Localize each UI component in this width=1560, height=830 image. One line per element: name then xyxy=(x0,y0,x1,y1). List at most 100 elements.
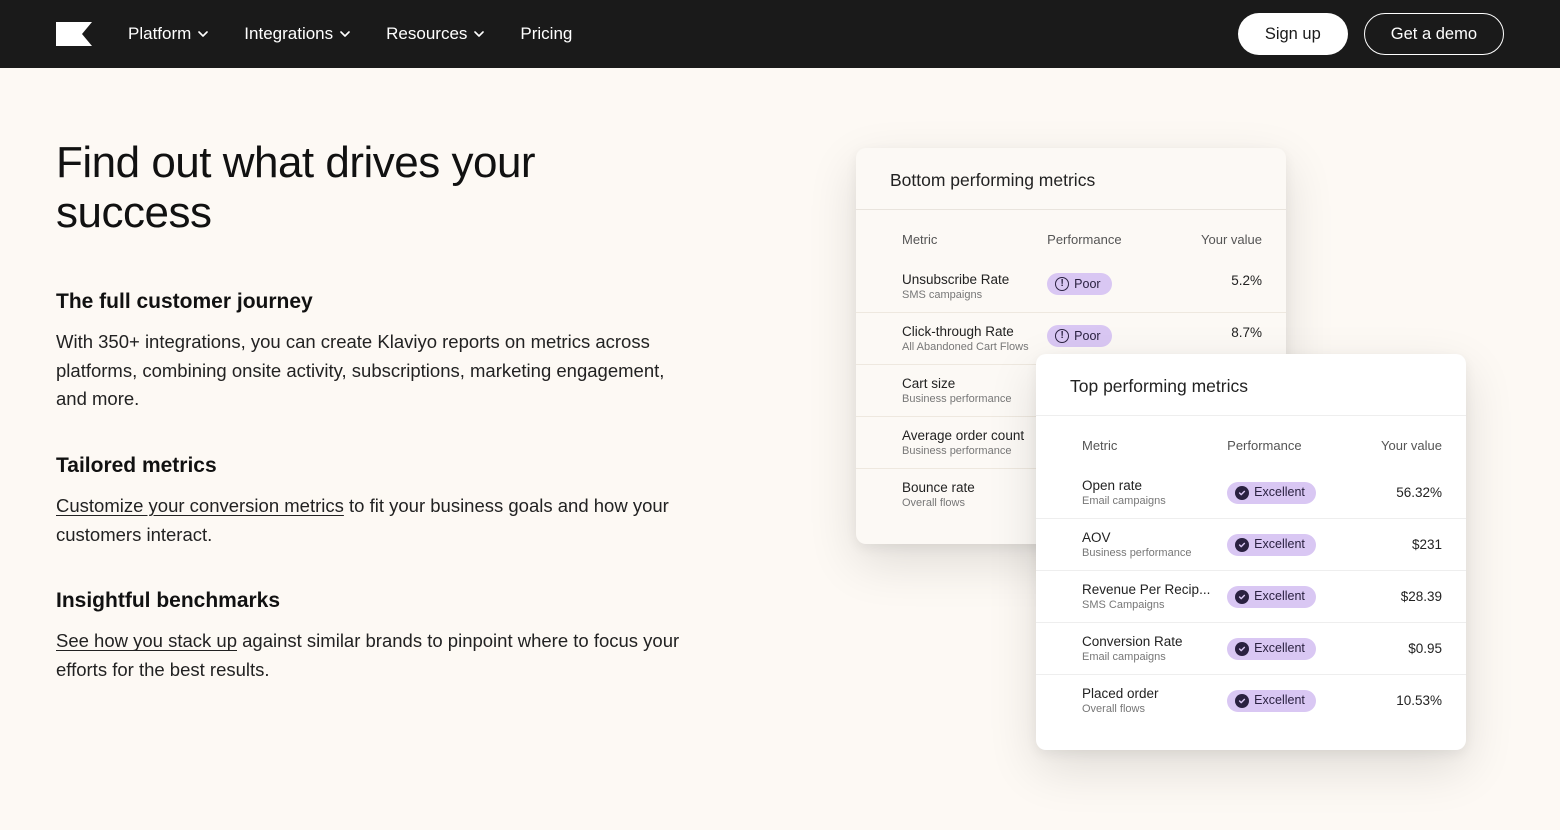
signup-button[interactable]: Sign up xyxy=(1238,13,1348,56)
col-metric: Metric xyxy=(902,232,1047,247)
poor-badge: ! Poor xyxy=(1047,273,1111,295)
metric-cell: Cart size Business performance xyxy=(902,376,1047,405)
nav-item-label: Platform xyxy=(128,24,191,44)
nav-item-platform[interactable]: Platform xyxy=(128,24,208,44)
col-performance: Performance xyxy=(1047,232,1163,247)
text-column: Find out what drives your success The fu… xyxy=(56,138,696,830)
metric-subtext: Email campaigns xyxy=(1082,495,1227,507)
metric-subtext: All Abandoned Cart Flows xyxy=(902,341,1047,353)
section-body: See how you stack up against similar bra… xyxy=(56,627,696,684)
chevron-down-icon xyxy=(474,29,484,39)
badge-label: Poor xyxy=(1074,330,1100,343)
nav-item-label: Pricing xyxy=(520,24,572,44)
nav-items: Platform Integrations Resources Pricing xyxy=(128,24,1238,44)
section-body: With 350+ integrations, you can create K… xyxy=(56,328,696,414)
excellent-badge: Excellent xyxy=(1227,690,1316,712)
table-row: Conversion Rate Email campaigns Excellen… xyxy=(1036,622,1466,674)
value-cell: 5.2% xyxy=(1163,272,1262,288)
table-row: Unsubscribe Rate SMS campaigns ! Poor 5.… xyxy=(856,261,1286,312)
metric-name: Open rate xyxy=(1082,478,1227,493)
table-row: Open rate Email campaigns Excellent 56.3… xyxy=(1036,467,1466,518)
table-rows: Open rate Email campaigns Excellent 56.3… xyxy=(1036,467,1466,726)
page-title: Find out what drives your success xyxy=(56,138,696,238)
card-title: Bottom performing metrics xyxy=(856,148,1286,210)
check-icon xyxy=(1235,486,1249,500)
top-metrics-card: Top performing metrics Metric Performanc… xyxy=(1036,354,1466,750)
col-value: Your value xyxy=(1163,232,1262,247)
table-row: AOV Business performance Excellent $231 xyxy=(1036,518,1466,570)
check-icon xyxy=(1235,590,1249,604)
performance-cell: Excellent xyxy=(1227,586,1343,608)
metric-cell: Bounce rate Overall flows xyxy=(902,480,1047,509)
metric-cell: Average order count Business performance xyxy=(902,428,1047,457)
logo[interactable] xyxy=(56,22,92,46)
value-cell: 56.32% xyxy=(1343,485,1442,500)
section-tailored-metrics: Tailored metrics Customize your conversi… xyxy=(56,454,696,549)
section-heading: Tailored metrics xyxy=(56,454,696,478)
performance-cell: Excellent xyxy=(1227,482,1343,504)
value-cell: $231 xyxy=(1343,537,1442,552)
metric-name: AOV xyxy=(1082,530,1227,545)
badge-label: Excellent xyxy=(1254,590,1305,603)
excellent-badge: Excellent xyxy=(1227,586,1316,608)
metric-cell: AOV Business performance xyxy=(1082,530,1227,559)
value-cell: $0.95 xyxy=(1343,641,1442,656)
metric-name: Unsubscribe Rate xyxy=(902,272,1047,287)
nav-item-resources[interactable]: Resources xyxy=(386,24,484,44)
badge-label: Excellent xyxy=(1254,486,1305,499)
nav-item-integrations[interactable]: Integrations xyxy=(244,24,350,44)
inline-link[interactable]: See how you stack up xyxy=(56,630,237,651)
col-performance: Performance xyxy=(1227,438,1343,453)
performance-cell: ! Poor xyxy=(1047,272,1163,295)
poor-badge: ! Poor xyxy=(1047,325,1111,347)
value-cell: $28.39 xyxy=(1343,589,1442,604)
excellent-badge: Excellent xyxy=(1227,482,1316,504)
table-header: Metric Performance Your value xyxy=(856,210,1286,261)
metric-name: Average order count xyxy=(902,428,1047,443)
performance-cell: ! Poor xyxy=(1047,324,1163,347)
excellent-badge: Excellent xyxy=(1227,638,1316,660)
metric-subtext: Business performance xyxy=(902,393,1047,405)
table-row: Placed order Overall flows Excellent 10.… xyxy=(1036,674,1466,726)
cards-area: Bottom performing metrics Metric Perform… xyxy=(756,138,1504,830)
main-content: Find out what drives your success The fu… xyxy=(0,68,1560,830)
section-customer-journey: The full customer journey With 350+ inte… xyxy=(56,290,696,414)
metric-subtext: Overall flows xyxy=(1082,703,1227,715)
metric-cell: Placed order Overall flows xyxy=(1082,686,1227,715)
table-row: Revenue Per Recip... SMS Campaigns Excel… xyxy=(1036,570,1466,622)
badge-label: Excellent xyxy=(1254,694,1305,707)
nav-item-pricing[interactable]: Pricing xyxy=(520,24,572,44)
nav-buttons: Sign up Get a demo xyxy=(1238,13,1504,56)
alert-icon: ! xyxy=(1055,277,1069,291)
metric-cell: Conversion Rate Email campaigns xyxy=(1082,634,1227,663)
inline-link[interactable]: Customize your conversion metrics xyxy=(56,495,344,516)
metric-subtext: SMS campaigns xyxy=(902,289,1047,301)
card-body: Metric Performance Your value Open rate … xyxy=(1036,416,1466,750)
col-metric: Metric xyxy=(1082,438,1227,453)
excellent-badge: Excellent xyxy=(1227,534,1316,556)
top-nav: Platform Integrations Resources Pricing … xyxy=(0,0,1560,68)
metric-name: Click-through Rate xyxy=(902,324,1047,339)
metric-subtext: Business performance xyxy=(1082,547,1227,559)
metric-subtext: Business performance xyxy=(902,445,1047,457)
nav-item-label: Integrations xyxy=(244,24,333,44)
check-icon xyxy=(1235,538,1249,552)
chevron-down-icon xyxy=(340,29,350,39)
badge-label: Poor xyxy=(1074,278,1100,291)
metric-name: Revenue Per Recip... xyxy=(1082,582,1227,597)
badge-label: Excellent xyxy=(1254,538,1305,551)
metric-name: Placed order xyxy=(1082,686,1227,701)
nav-item-label: Resources xyxy=(386,24,467,44)
check-icon xyxy=(1235,694,1249,708)
metric-cell: Open rate Email campaigns xyxy=(1082,478,1227,507)
metric-name: Conversion Rate xyxy=(1082,634,1227,649)
metric-cell: Unsubscribe Rate SMS campaigns xyxy=(902,272,1047,301)
performance-cell: Excellent xyxy=(1227,534,1343,556)
section-heading: The full customer journey xyxy=(56,290,696,314)
get-demo-button[interactable]: Get a demo xyxy=(1364,13,1504,56)
metric-cell: Revenue Per Recip... SMS Campaigns xyxy=(1082,582,1227,611)
metric-subtext: Overall flows xyxy=(902,497,1047,509)
badge-label: Excellent xyxy=(1254,642,1305,655)
value-cell: 10.53% xyxy=(1343,693,1442,708)
check-icon xyxy=(1235,642,1249,656)
